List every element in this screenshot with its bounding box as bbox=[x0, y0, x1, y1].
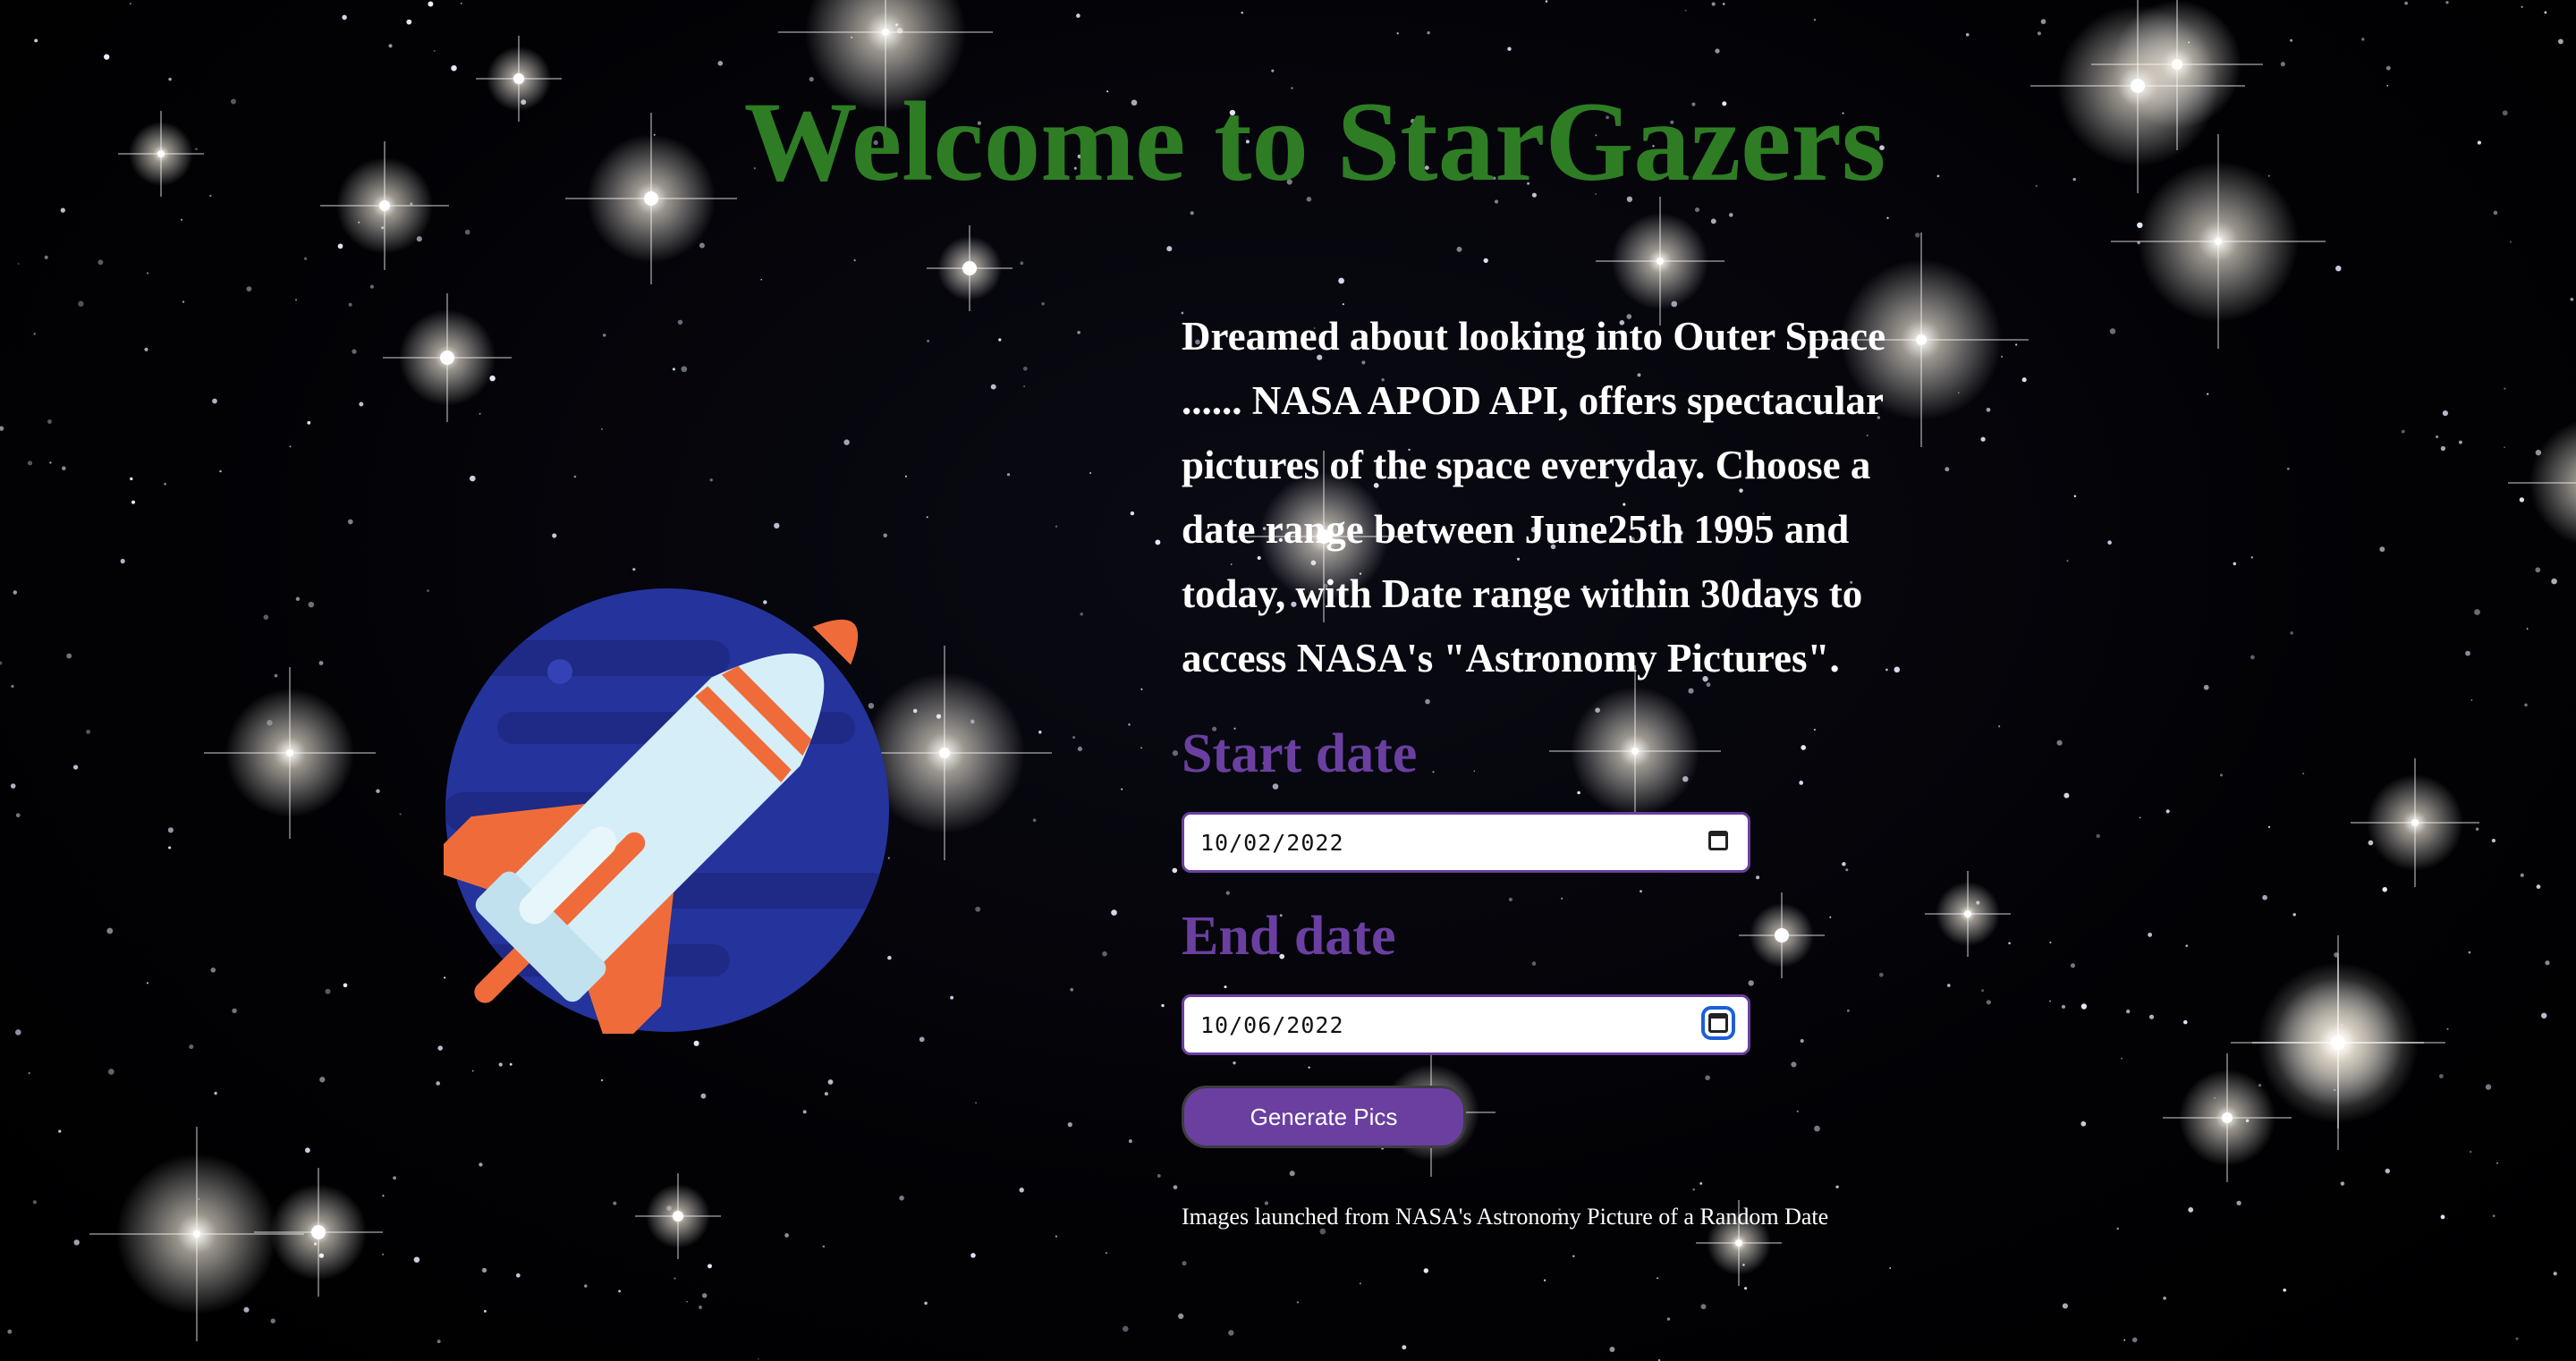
intro-text: Dreamed about looking into Outer Space .… bbox=[1182, 314, 1886, 680]
start-date-value: 10/02/2022 bbox=[1200, 829, 1344, 856]
page: Welcome to StarGazers Dreamed about look… bbox=[0, 0, 2576, 1361]
calendar-icon[interactable] bbox=[1701, 1006, 1735, 1040]
main-content: Dreamed about looking into Outer Space .… bbox=[1182, 304, 1915, 1230]
end-date-label: End date bbox=[1182, 906, 1396, 967]
start-date-input[interactable]: 10/02/2022 bbox=[1182, 812, 1750, 873]
rocket-planet-icon bbox=[420, 587, 891, 1057]
end-date-input[interactable]: 10/06/2022 bbox=[1182, 994, 1750, 1055]
generate-pics-button[interactable]: Generate Pics bbox=[1182, 1086, 1466, 1148]
end-date-value: 10/06/2022 bbox=[1200, 1011, 1344, 1038]
calendar-icon[interactable] bbox=[1708, 831, 1728, 850]
page-title: Welcome to StarGazers bbox=[743, 80, 1886, 205]
footer-note: Images launched from NASA's Astronomy Pi… bbox=[1182, 1204, 1829, 1230]
start-date-label: Start date bbox=[1182, 723, 1418, 784]
